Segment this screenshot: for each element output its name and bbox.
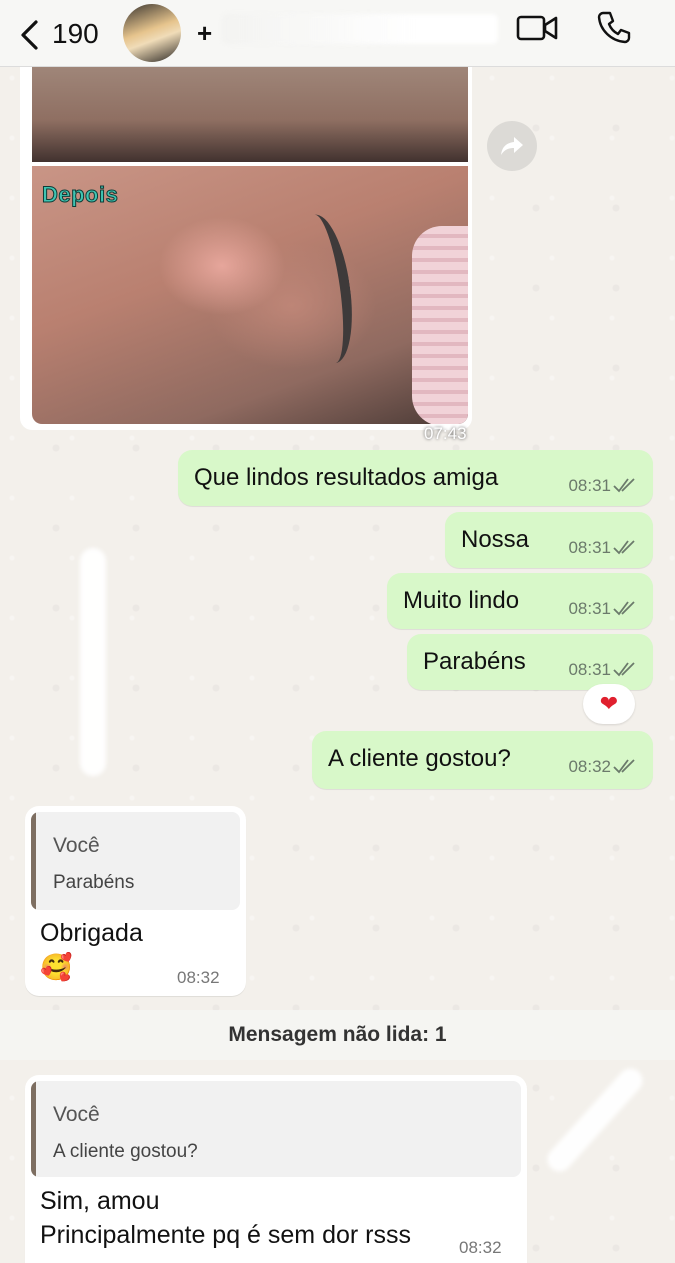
image-timestamp: 07:43 <box>424 424 467 443</box>
message-text: Muito lindo <box>403 587 520 614</box>
quoted-message[interactable]: Você Parabéns <box>31 812 240 910</box>
message-time: 08:31 <box>568 476 611 495</box>
quote-text: A cliente gostou? <box>53 1141 198 1162</box>
photo-overlay-label: Depois <box>41 182 119 208</box>
outgoing-message[interactable]: Que lindos resultados amiga 08:31 <box>178 450 653 506</box>
photo-cap-detail <box>412 226 468 424</box>
message-text-line-2: Principalmente pq é sem dor rsss <box>40 1221 411 1249</box>
chevron-left-icon[interactable] <box>16 18 44 52</box>
contact-name-redaction <box>222 14 498 44</box>
chat-header: 190 + <box>0 0 675 67</box>
message-text: Nossa <box>461 526 530 553</box>
message-time: 08:31 <box>568 538 611 557</box>
double-check-icon <box>613 759 635 774</box>
message-time: 08:32 <box>459 1238 502 1257</box>
heart-reaction[interactable]: ❤ <box>583 684 635 724</box>
incoming-reply-message[interactable]: Você A cliente gostou? Sim, amou Princip… <box>25 1075 527 1263</box>
message-text: Obrigada <box>40 919 143 947</box>
message-time: 08:32 <box>177 968 220 987</box>
before-photo[interactable] <box>32 64 468 166</box>
unread-divider-text: Mensagem não lida: 1 <box>228 1023 447 1046</box>
quoted-message[interactable]: Você A cliente gostou? <box>31 1081 521 1177</box>
quote-author: Você <box>53 834 100 857</box>
photo-eyebrow-detail <box>289 211 361 367</box>
contact-avatar[interactable] <box>123 4 181 62</box>
quote-accent-bar <box>31 1081 36 1177</box>
unread-divider: Mensagem não lida: 1 <box>0 1010 675 1060</box>
quote-text: Parabéns <box>53 872 135 893</box>
message-time: 08:31 <box>568 660 611 679</box>
contact-name[interactable]: + <box>197 18 213 49</box>
back-unread-count[interactable]: 190 <box>52 18 99 50</box>
message-time: 08:31 <box>568 599 611 618</box>
smiling-hearts-emoji: 🥰 <box>40 952 73 982</box>
video-camera-icon[interactable] <box>515 12 559 44</box>
phone-icon[interactable] <box>597 10 631 44</box>
quote-author: Você <box>53 1103 100 1126</box>
quote-accent-bar <box>31 812 36 910</box>
incoming-reply-message[interactable]: Você Parabéns Obrigada 🥰 08:32 <box>25 806 246 996</box>
outgoing-message[interactable]: Muito lindo 08:31 <box>387 573 653 629</box>
double-check-icon <box>613 540 635 555</box>
double-check-icon <box>613 662 635 677</box>
redaction-scribble <box>80 548 106 776</box>
double-check-icon <box>613 478 635 493</box>
outgoing-message[interactable]: Parabéns 08:31 <box>407 634 653 690</box>
image-message-bubble[interactable]: Depois 07:43 <box>20 30 472 443</box>
message-text: Parabéns <box>423 648 526 675</box>
outgoing-message[interactable]: A cliente gostou? 08:32 <box>312 731 653 789</box>
message-text: A cliente gostou? <box>328 745 511 772</box>
outgoing-message[interactable]: Nossa 08:31 <box>445 512 653 568</box>
message-text: Que lindos resultados amiga <box>194 464 499 491</box>
double-check-icon <box>613 601 635 616</box>
forward-button[interactable] <box>487 121 537 171</box>
message-time: 08:32 <box>568 757 611 776</box>
forward-arrow-icon <box>501 137 523 155</box>
message-text-line-1: Sim, amou <box>40 1187 160 1215</box>
